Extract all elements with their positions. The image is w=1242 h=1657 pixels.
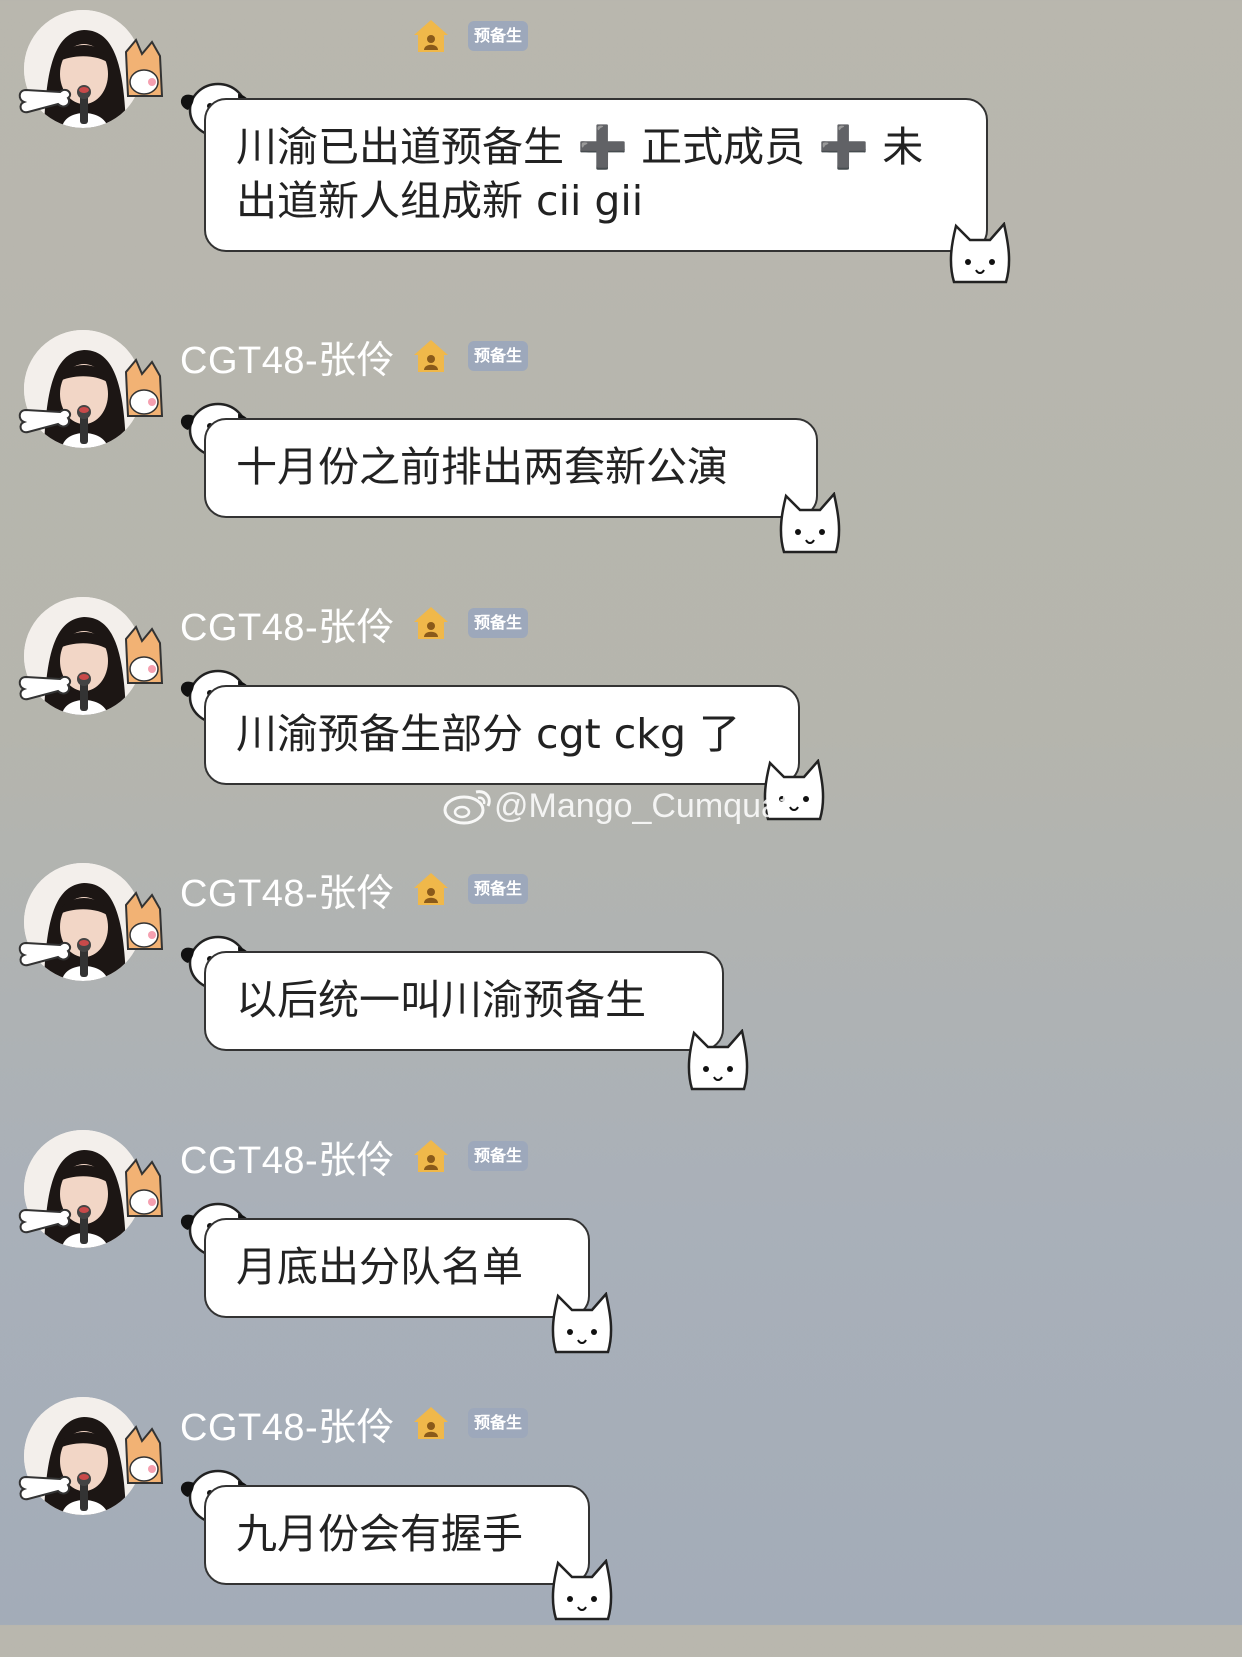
house-level-icon xyxy=(414,607,448,639)
role-badge: 预备生 xyxy=(468,1408,529,1438)
role-badge: 预备生 xyxy=(468,21,529,51)
house-level-icon xyxy=(414,873,448,905)
sender-name[interactable]: CGT48-张伶 xyxy=(180,862,412,917)
role-badge: 预备生 xyxy=(468,608,529,638)
message-text-line: 川渝预备生部分 cgt ckg 了 xyxy=(236,710,741,758)
message-bubble[interactable]: 川渝已出道预备生 ➕ 正式成员 ➕ 未 出道新人组成新 cii gii xyxy=(204,98,988,252)
message-text-line: 以后统一叫川渝预备生 xyxy=(236,976,646,1024)
chat-message: CGT48-张伶 预备生 十月份之前排出两套新公演 xyxy=(0,320,1242,590)
sender-header: CGT48-张伶 预备生 xyxy=(180,1128,529,1184)
cat-bubble-decoration-icon xyxy=(949,222,1011,284)
house-level-icon xyxy=(414,1407,448,1439)
message-bubble[interactable]: 月底出分队名单 xyxy=(204,1218,590,1318)
role-badge: 预备生 xyxy=(468,874,529,904)
sender-name[interactable]: CGT48-张伶 xyxy=(180,596,412,651)
message-text-line: 月底出分队名单 xyxy=(236,1243,523,1291)
corgi-sticker-icon xyxy=(124,625,164,684)
corgi-sticker-icon xyxy=(124,891,164,950)
watermark: @Mango_Cumquat xyxy=(442,786,789,826)
message-bubble[interactable]: 以后统一叫川渝预备生 xyxy=(204,951,724,1051)
house-level-icon xyxy=(414,340,448,372)
sender-header: 预备生 xyxy=(180,8,529,64)
sender-header: CGT48-张伶 预备生 xyxy=(180,861,529,917)
chat-message: CGT48-张伶 预备生 月底出分队名单 xyxy=(0,1120,1242,1390)
chat-message: 预备生 川渝已出道预备生 ➕ 正式成员 ➕ 未 出道新人组成新 cii gii xyxy=(0,0,1242,284)
bone-sticker-icon xyxy=(18,88,72,114)
bone-sticker-icon xyxy=(18,1208,72,1234)
bone-sticker-icon xyxy=(18,1475,72,1501)
chat-message: CGT48-张伶 预备生 九月份会有握手 xyxy=(0,1387,1242,1657)
cat-bubble-decoration-icon xyxy=(551,1292,613,1354)
message-text-line: 九月份会有握手 xyxy=(236,1510,523,1558)
message-bubble[interactable]: 十月份之前排出两套新公演 xyxy=(204,418,818,518)
message-text-line: 川渝已出道预备生 ➕ 正式成员 ➕ 未 xyxy=(236,123,924,171)
sender-name[interactable]: CGT48-张伶 xyxy=(180,329,412,384)
sender-name[interactable]: CGT48-张伶 xyxy=(180,1396,412,1451)
cat-bubble-decoration-icon xyxy=(551,1559,613,1621)
bone-sticker-icon xyxy=(18,941,72,967)
house-level-icon xyxy=(414,20,448,52)
watermark-text: @Mango_Cumquat xyxy=(494,786,790,825)
sender-header: CGT48-张伶 预备生 xyxy=(180,1395,529,1451)
message-bubble[interactable]: 九月份会有握手 xyxy=(204,1485,590,1585)
corgi-sticker-icon xyxy=(124,358,164,417)
role-badge: 预备生 xyxy=(468,1141,529,1171)
bone-sticker-icon xyxy=(18,408,72,434)
sender-header: CGT48-张伶 预备生 xyxy=(180,328,529,384)
cat-bubble-decoration-icon xyxy=(779,492,841,554)
corgi-sticker-icon xyxy=(124,1425,164,1484)
sender-header: CGT48-张伶 预备生 xyxy=(180,595,529,651)
corgi-sticker-icon xyxy=(124,1158,164,1217)
chat-message: CGT48-张伶 预备生 以后统一叫川渝预备生 xyxy=(0,853,1242,1123)
corgi-sticker-icon xyxy=(124,38,164,97)
message-bubble[interactable]: 川渝预备生部分 cgt ckg 了 xyxy=(204,685,800,785)
sender-name[interactable]: CGT48-张伶 xyxy=(180,1129,412,1184)
bone-sticker-icon xyxy=(18,675,72,701)
message-text-line: 十月份之前排出两套新公演 xyxy=(236,443,728,491)
cat-bubble-decoration-icon xyxy=(687,1029,749,1091)
house-level-icon xyxy=(414,1140,448,1172)
message-text-line: 出道新人组成新 cii gii xyxy=(236,177,644,225)
weibo-logo-icon xyxy=(443,790,491,825)
role-badge: 预备生 xyxy=(468,341,529,371)
